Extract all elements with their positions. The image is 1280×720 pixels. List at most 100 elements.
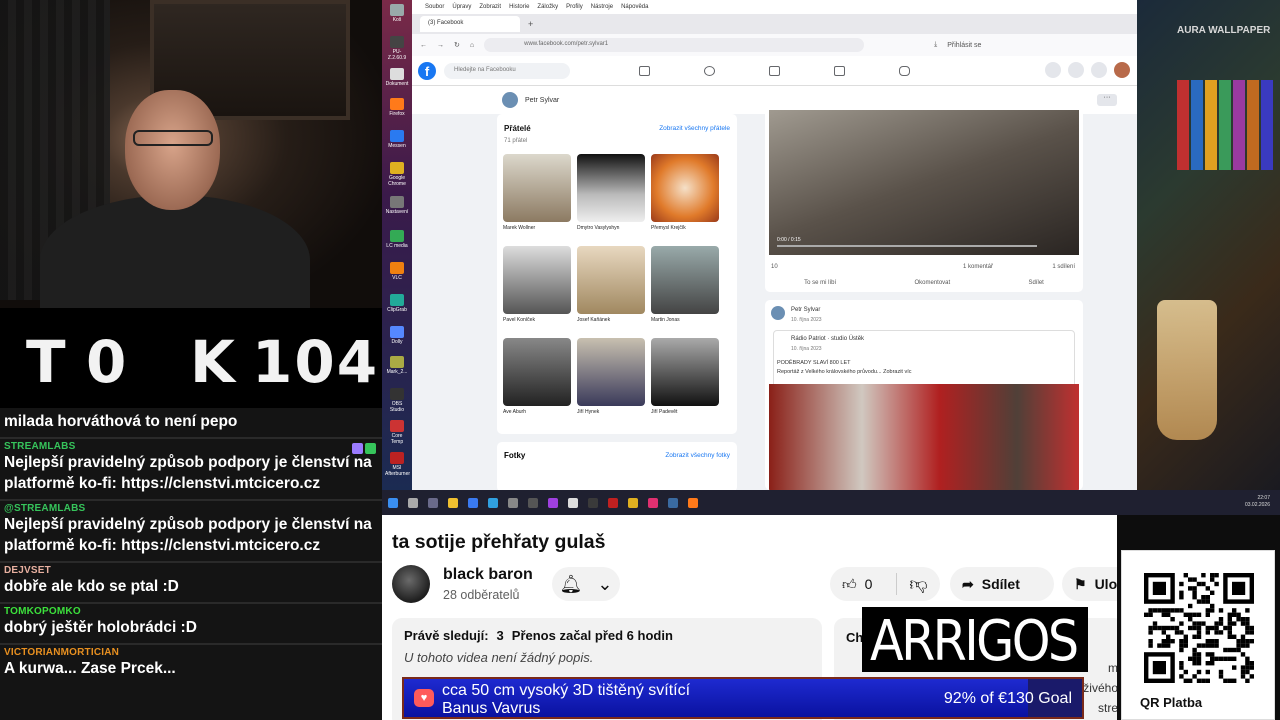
friend-tile[interactable]: Přemysl Krejčík [651, 154, 719, 231]
obs-icon[interactable] [528, 497, 538, 508]
home-icon[interactable]: ⌂ [470, 42, 474, 49]
qr-caption: QR Platba [1140, 695, 1203, 710]
desktop-icon[interactable]: Mark_2... [385, 356, 409, 375]
more-options-icon[interactable]: ··· [1097, 94, 1117, 106]
desktop-icon[interactable]: LC media [385, 230, 409, 249]
all-friends-link[interactable]: Zobrazit všechny přátele [659, 125, 730, 132]
post-author[interactable]: Petr Sylvar [791, 307, 820, 313]
desktop-icon[interactable]: MSI Afterburner [385, 452, 410, 477]
profile-name[interactable]: Petr Sylvar [525, 97, 559, 104]
new-tab-icon[interactable]: + [528, 19, 533, 29]
post-author-avatar[interactable] [771, 306, 785, 320]
friend-tile[interactable]: Jiří Hynek [577, 338, 645, 415]
app-icon[interactable] [508, 497, 518, 508]
menu-grid-icon[interactable] [1045, 62, 1061, 78]
chat-message: milada horváthová to není pepo [0, 408, 382, 439]
start-icon[interactable] [388, 497, 398, 508]
like-button[interactable]: 👍︎ 0 [830, 576, 896, 593]
save-button[interactable]: ⚑ Ulo [1062, 567, 1117, 601]
menu-item[interactable]: Nástroje [591, 4, 613, 10]
account-avatar[interactable] [1114, 62, 1130, 78]
chrome-icon[interactable] [628, 497, 638, 508]
login-link[interactable]: Přihlásit se [947, 42, 981, 49]
page-name[interactable]: Rádio Patriot · studio Ústěk [791, 336, 864, 342]
firefox-icon[interactable] [688, 497, 698, 508]
profile-avatar[interactable] [502, 92, 518, 108]
obs-icon[interactable]: OBS Studio [385, 388, 409, 413]
friend-tile[interactable]: Josef Kaňánek [577, 246, 645, 323]
app-icon[interactable] [588, 497, 598, 508]
app-icon[interactable] [468, 497, 478, 508]
explorer-icon[interactable] [448, 497, 458, 508]
desktop-icon[interactable]: PU-Z.2.60.9 [385, 36, 409, 61]
menu-item[interactable]: Nápověda [621, 4, 648, 10]
gaming-nav-icon[interactable] [899, 66, 910, 76]
bookmark-icon: ⚑ [1074, 575, 1087, 592]
desktop-icon[interactable]: ClipGrab [385, 294, 409, 313]
app-icon[interactable] [608, 497, 618, 508]
tab-facebook[interactable]: (3) Facebook [420, 16, 520, 32]
like-action[interactable]: To se mi líbí [804, 280, 836, 286]
friend-tile[interactable]: Martin Jonas [651, 246, 719, 323]
reload-icon[interactable]: ↻ [454, 41, 460, 49]
facebook-search-input[interactable]: Hledejte na Facebooku [444, 63, 570, 79]
friend-tile[interactable]: Pavel Koníček [503, 246, 571, 323]
video-player[interactable]: 0:00 / 0:15 [769, 110, 1079, 255]
back-icon[interactable]: ← [420, 42, 427, 49]
menu-item[interactable]: Úpravy [452, 4, 471, 10]
dislike-button[interactable]: 👎︎ [897, 573, 940, 595]
channel-avatar[interactable] [392, 565, 430, 603]
video-nav-icon[interactable] [769, 66, 780, 76]
menu-item[interactable]: Soubor [425, 4, 444, 10]
notifications-icon[interactable] [1091, 62, 1107, 78]
home-nav-icon[interactable] [639, 66, 650, 76]
desktop-icon[interactable]: Nastavení [385, 196, 409, 215]
chat-message: @STREAMLABS Nejlepší pravidelný způsob p… [0, 501, 382, 563]
firefox-icon[interactable]: Firefox [385, 98, 409, 117]
comments-count[interactable]: 1 komentář [963, 264, 993, 270]
share-button[interactable]: ➦ Sdílet [950, 567, 1054, 601]
forward-icon[interactable]: → [437, 42, 444, 49]
menu-item[interactable]: Profily [566, 4, 583, 10]
address-input[interactable]: www.facebook.com/petr.sylvar1 [484, 38, 865, 52]
share-action[interactable]: Sdílet [1028, 280, 1043, 286]
app-icon[interactable] [568, 497, 578, 508]
shares-count[interactable]: 1 sdílení [1052, 264, 1075, 270]
marketplace-nav-icon[interactable] [834, 66, 845, 76]
subscribe-bell-button[interactable]: 🔔︎ ⌄ [552, 567, 620, 601]
video-progress[interactable] [777, 245, 1037, 247]
post-date[interactable]: 10. října 2023 [791, 317, 822, 323]
app-icon[interactable] [548, 497, 558, 508]
comment-action[interactable]: Okomentovat [914, 280, 950, 286]
menu-item[interactable]: Zobrazit [479, 4, 501, 10]
desktop-icon[interactable]: Koš [385, 4, 409, 23]
steam-icon[interactable] [668, 497, 678, 508]
desktop-icon[interactable]: Core Temp [385, 420, 409, 445]
vlc-icon[interactable]: VLC [385, 262, 409, 281]
edge-icon[interactable] [488, 497, 498, 508]
share-icon: ➦ [962, 575, 974, 592]
friend-tile[interactable]: Jiří Padevět [651, 338, 719, 415]
channel-name[interactable]: black baron [443, 566, 533, 584]
chrome-icon[interactable]: Google Chrome [385, 162, 409, 187]
reactions-count[interactable]: 10 [771, 264, 778, 270]
friends-nav-icon[interactable] [704, 66, 715, 76]
messenger-icon[interactable] [1068, 62, 1084, 78]
download-icon[interactable]: ⤓ [934, 41, 937, 49]
desktop-icon[interactable]: Dokument [385, 68, 409, 87]
taskview-icon[interactable] [428, 497, 438, 508]
desktop-icon[interactable]: Dolly [385, 326, 409, 345]
post-image[interactable] [769, 384, 1079, 490]
search-icon[interactable] [408, 497, 418, 508]
menu-item[interactable]: Historie [509, 4, 529, 10]
menu-item[interactable]: Záložky [537, 4, 558, 10]
all-photos-link[interactable]: Zobrazit všechny fotky [665, 452, 730, 459]
friend-tile[interactable]: Marek Wollner [503, 154, 571, 231]
taskbar-clock[interactable]: 22:07 03.02.2026 [1245, 495, 1270, 509]
desktop-icons: Koš PU-Z.2.60.9 Dokument Firefox Messen … [382, 0, 412, 490]
app-icon[interactable] [648, 497, 658, 508]
friend-tile[interactable]: Dmytro Vasylyshyn [577, 154, 645, 231]
friend-tile[interactable]: Ave Aburh [503, 338, 571, 415]
facebook-logo-icon[interactable]: f [418, 62, 436, 80]
desktop-icon[interactable]: Messen [385, 130, 409, 149]
